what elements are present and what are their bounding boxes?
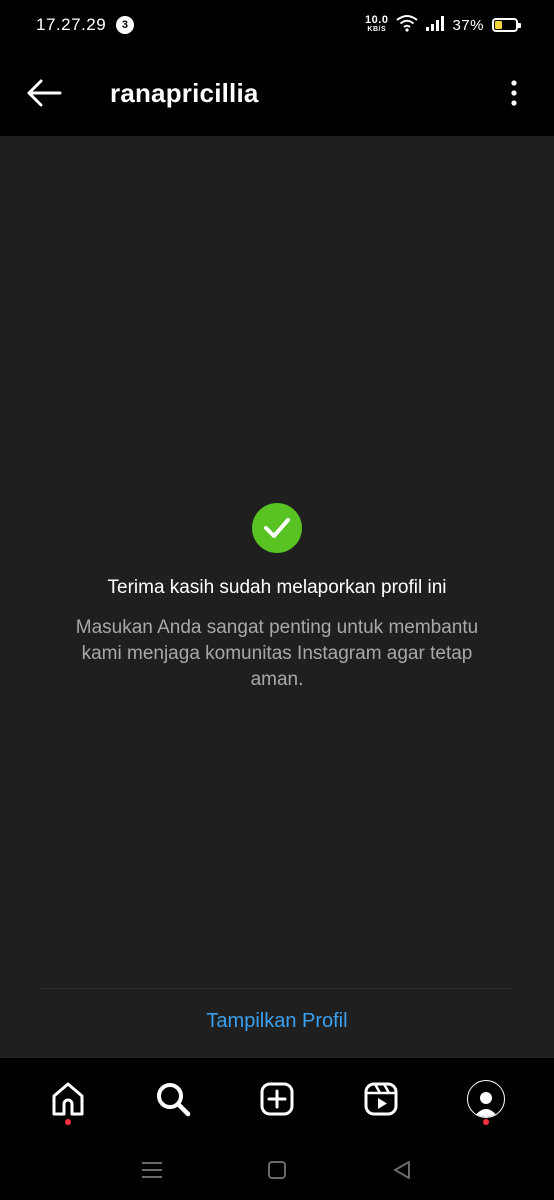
- system-navigation-bar: [0, 1140, 554, 1200]
- network-speed: 10.0 KB/S: [365, 14, 389, 34]
- tab-home[interactable]: [38, 1069, 98, 1129]
- app-header: ranapricillia: [0, 50, 554, 136]
- report-confirmation-screen: 17.27.29 3 10.0 KB/S 37% ranapricillia T…: [0, 0, 554, 1200]
- battery-percent: 37%: [452, 16, 484, 34]
- avatar: [466, 1080, 505, 1118]
- bottom-tab-bar: [0, 1058, 554, 1140]
- notification-count-badge: 3: [116, 16, 135, 34]
- status-bar: 17.27.29 3 10.0 KB/S 37%: [0, 0, 554, 50]
- default-user-icon: [473, 1092, 498, 1117]
- menu-lines-icon: [142, 1162, 163, 1178]
- network-speed-value: 10.0: [365, 14, 389, 26]
- search-icon: [156, 1083, 190, 1117]
- status-right: 10.0 KB/S 37%: [365, 14, 521, 37]
- arrow-left-icon: [27, 79, 62, 107]
- add-post-icon: [260, 1082, 294, 1116]
- status-left: 17.27.29 3: [36, 15, 135, 35]
- more-options-button[interactable]: [504, 73, 524, 113]
- check-circle-icon: [252, 503, 302, 553]
- confirmation-description: Masukan Anda sangat penting untuk memban…: [75, 617, 479, 690]
- page-title: ranapricillia: [110, 77, 259, 108]
- more-vertical-icon: [511, 80, 517, 106]
- home-icon: [52, 1082, 84, 1116]
- show-profile-button[interactable]: Tampilkan Profil: [0, 1010, 554, 1033]
- back-button[interactable]: [14, 63, 74, 123]
- clock: 17.27.29: [36, 15, 107, 34]
- battery-level: [495, 21, 503, 29]
- back-system-button[interactable]: [382, 1150, 422, 1190]
- tab-reels[interactable]: [351, 1069, 411, 1129]
- notification-dot: [482, 1119, 489, 1125]
- reels-icon: [364, 1082, 398, 1116]
- network-speed-unit: KB/S: [367, 26, 387, 33]
- notification-dot: [65, 1119, 72, 1125]
- tab-create[interactable]: [247, 1069, 307, 1129]
- confirmation-title: Terima kasih sudah melaporkan profil ini: [107, 577, 447, 598]
- home-button[interactable]: [257, 1150, 297, 1190]
- tab-profile[interactable]: [456, 1069, 516, 1129]
- signal-icon: [426, 15, 445, 36]
- tab-search[interactable]: [143, 1069, 203, 1129]
- square-icon: [267, 1161, 286, 1179]
- divider: [40, 988, 514, 989]
- battery-icon: [492, 18, 521, 32]
- triangle-back-icon: [393, 1161, 410, 1179]
- wifi-icon: [396, 14, 419, 37]
- confirmation-panel: Terima kasih sudah melaporkan profil ini…: [0, 136, 554, 1058]
- recent-apps-button[interactable]: [132, 1150, 172, 1190]
